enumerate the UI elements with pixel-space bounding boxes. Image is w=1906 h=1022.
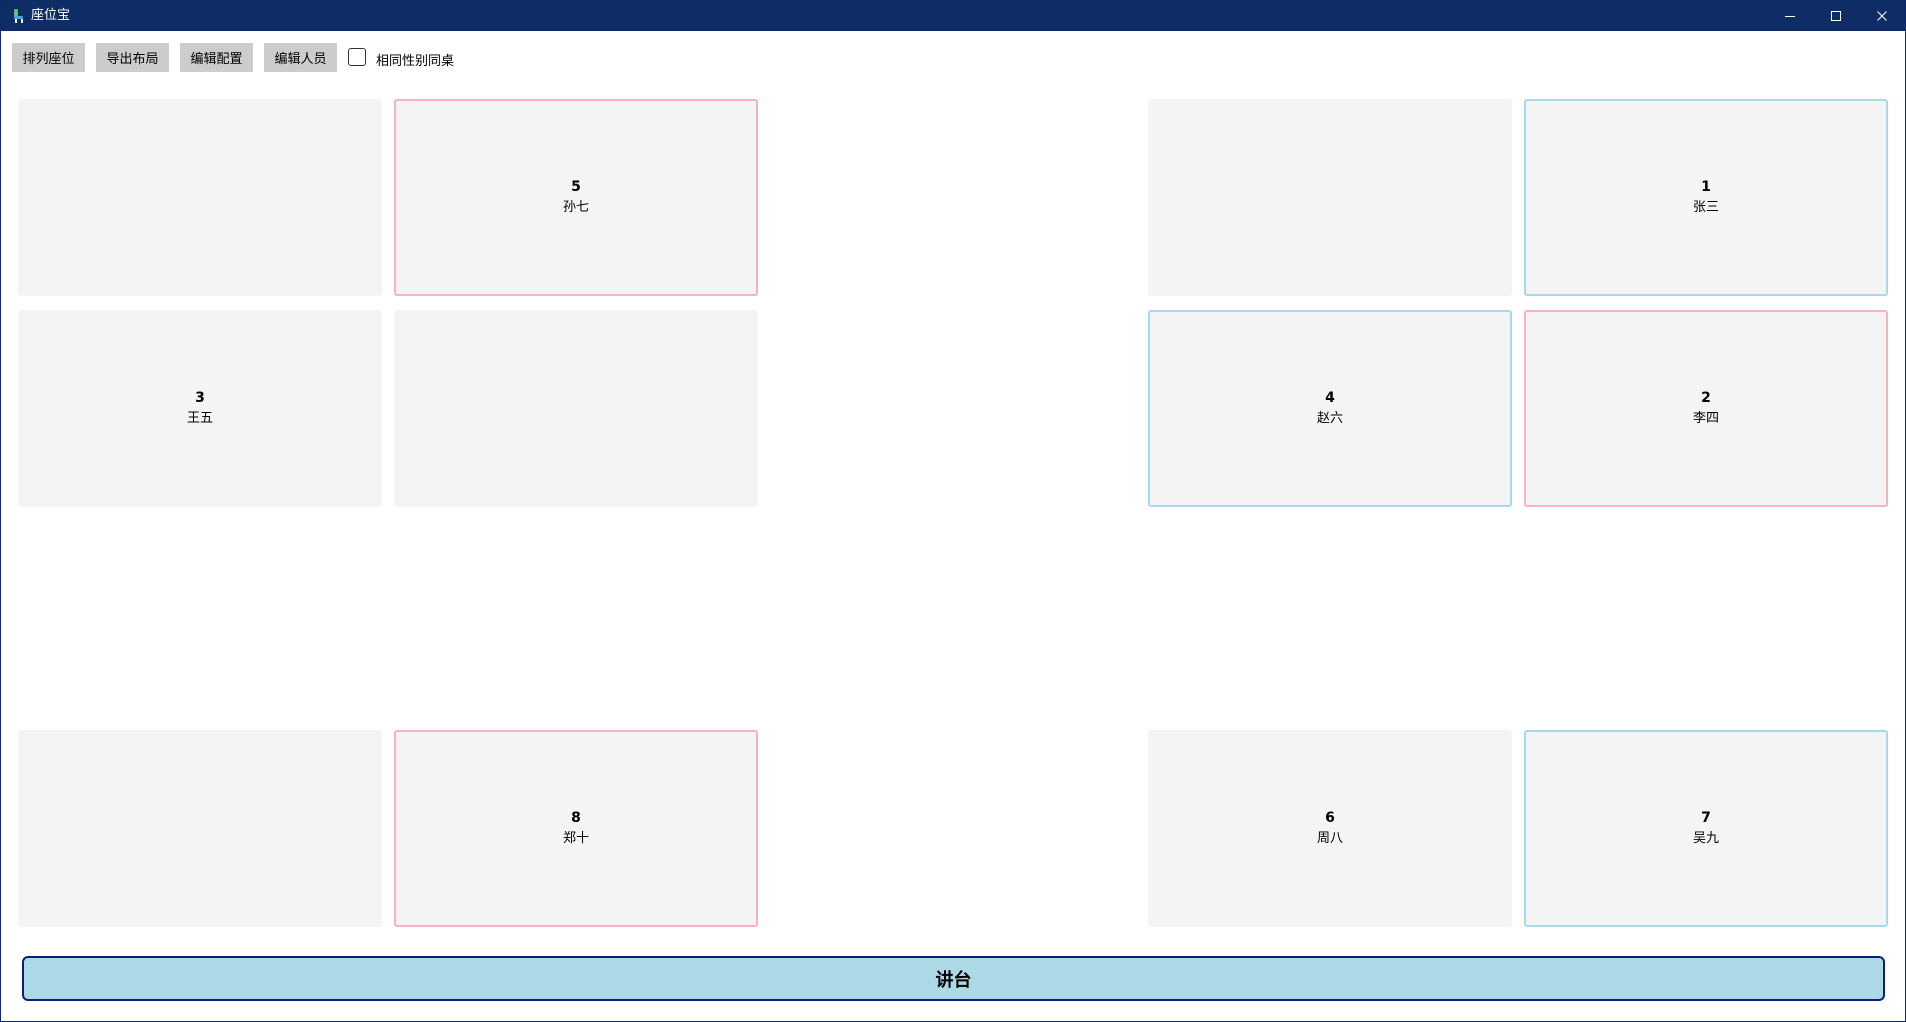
export-layout-button[interactable]: 导出布局 xyxy=(96,43,169,72)
seat-student-name: 孙七 xyxy=(562,200,589,215)
seat-number: 5 xyxy=(571,179,581,195)
seat-number: 8 xyxy=(571,810,581,826)
seat-number: 1 xyxy=(1701,179,1711,195)
seat-number: 6 xyxy=(1325,810,1335,826)
seat-r3c4[interactable]: 7 吴九 xyxy=(1524,730,1888,927)
seat-r2c4[interactable]: 2 李四 xyxy=(1524,310,1888,507)
seat-r1c1[interactable] xyxy=(18,99,382,296)
same-gender-label[interactable]: 相同性别同桌 xyxy=(376,50,454,69)
app-logo-icon xyxy=(12,8,26,24)
same-gender-checkbox[interactable] xyxy=(348,48,366,66)
title-bar[interactable]: 座位宝 xyxy=(1,1,1905,31)
edit-people-button[interactable]: 编辑人员 xyxy=(264,43,337,72)
app-window: 座位宝 排列座位 导出布局 编辑配置 编辑人员 相同性别同桌 5 孙七 1 张三… xyxy=(0,0,1906,1022)
seat-r1c3[interactable] xyxy=(1148,99,1512,296)
maximize-icon xyxy=(1830,7,1842,26)
seat-r3c3[interactable]: 6 周八 xyxy=(1148,730,1512,927)
seat-student-name: 李四 xyxy=(1692,411,1719,426)
close-icon xyxy=(1876,7,1888,26)
maximize-button[interactable] xyxy=(1813,1,1859,31)
seat-r2c3[interactable]: 4 赵六 xyxy=(1148,310,1512,507)
seat-student-name: 赵六 xyxy=(1316,411,1343,426)
minimize-icon xyxy=(1784,7,1796,26)
seat-r1c2[interactable]: 5 孙七 xyxy=(394,99,758,296)
seat-number: 7 xyxy=(1701,810,1711,826)
seat-student-name: 王五 xyxy=(186,411,213,426)
seat-number: 4 xyxy=(1325,390,1335,406)
close-button[interactable] xyxy=(1859,1,1905,31)
seat-student-name: 吴九 xyxy=(1692,831,1719,846)
seat-r3c1[interactable] xyxy=(18,730,382,927)
seat-student-name: 张三 xyxy=(1692,200,1719,215)
minimize-button[interactable] xyxy=(1767,1,1813,31)
seat-number: 3 xyxy=(195,390,205,406)
window-title: 座位宝 xyxy=(31,8,71,23)
seat-number: 2 xyxy=(1701,390,1711,406)
seat-student-name: 郑十 xyxy=(562,831,589,846)
edit-config-button[interactable]: 编辑配置 xyxy=(180,43,253,72)
seat-r3c2[interactable]: 8 郑十 xyxy=(394,730,758,927)
arrange-seats-button[interactable]: 排列座位 xyxy=(12,43,85,72)
podium: 讲台 xyxy=(22,956,1885,1001)
seat-r2c2[interactable] xyxy=(394,310,758,507)
seat-r1c4[interactable]: 1 张三 xyxy=(1524,99,1888,296)
seat-r2c1[interactable]: 3 王五 xyxy=(18,310,382,507)
seat-student-name: 周八 xyxy=(1316,831,1343,846)
